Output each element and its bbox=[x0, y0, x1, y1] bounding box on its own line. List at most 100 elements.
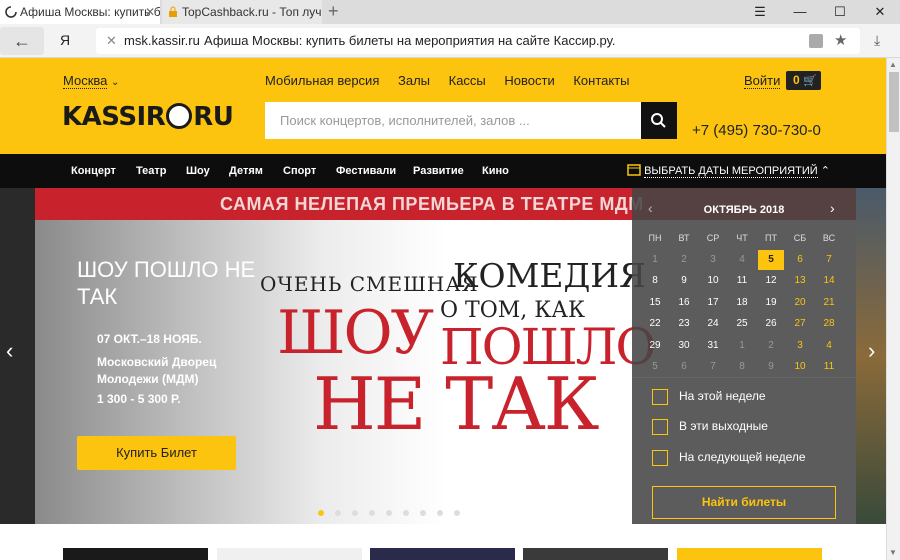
calendar-day[interactable]: 30 bbox=[671, 336, 697, 356]
slide-dot[interactable] bbox=[403, 510, 409, 516]
close-window-button[interactable]: ✕ bbox=[860, 0, 900, 24]
calendar-day[interactable]: 10 bbox=[700, 271, 726, 291]
calendar-day[interactable]: 18 bbox=[729, 293, 755, 313]
calendar-day[interactable]: 2 bbox=[671, 250, 697, 270]
calendar-day[interactable]: 16 bbox=[671, 293, 697, 313]
hero-slide[interactable]: САМАЯ НЕЛЕПАЯ ПРЕМЬЕРА В ТЕАТРЕ МДМ ОЧЕН… bbox=[35, 188, 856, 524]
filter-checkbox[interactable] bbox=[652, 419, 668, 435]
page-scrollbar[interactable]: ▲ ▼ bbox=[886, 58, 900, 560]
calendar-day[interactable]: 12 bbox=[758, 271, 784, 291]
cart-button[interactable]: 0 🛒 bbox=[786, 71, 821, 90]
bookmark-star-icon[interactable]: ★ bbox=[834, 28, 847, 54]
nav-sport[interactable]: Спорт bbox=[283, 165, 316, 177]
tab-kassir[interactable]: Афиша Москвы: купить б ✕ bbox=[0, 0, 160, 24]
site-logo[interactable]: KASSIR RU bbox=[62, 102, 234, 132]
search-button[interactable] bbox=[641, 102, 677, 139]
login-link[interactable]: Войти bbox=[744, 73, 781, 89]
yandex-button[interactable]: Я bbox=[60, 32, 70, 48]
calendar-day[interactable]: 6 bbox=[787, 250, 813, 270]
nav-theatre[interactable]: Театр bbox=[136, 165, 167, 177]
calendar-day[interactable]: 9 bbox=[671, 271, 697, 291]
prev-arrow-icon[interactable]: ‹ bbox=[6, 338, 13, 364]
calendar-day[interactable]: 23 bbox=[671, 314, 697, 334]
back-button[interactable]: ← bbox=[0, 27, 44, 55]
event-card[interactable] bbox=[63, 548, 208, 560]
event-card[interactable] bbox=[217, 548, 362, 560]
calendar-day[interactable]: 14 bbox=[816, 271, 842, 291]
filter-checkbox[interactable] bbox=[652, 450, 668, 466]
download-icon[interactable]: ⤓ bbox=[874, 32, 880, 49]
calendar-day[interactable]: 26 bbox=[758, 314, 784, 334]
menu-button[interactable]: ☰ bbox=[740, 0, 780, 24]
link-boxoffice[interactable]: Кассы bbox=[449, 73, 486, 88]
maximize-button[interactable]: ☐ bbox=[820, 0, 860, 24]
nav-show[interactable]: Шоу bbox=[186, 165, 210, 177]
slide-dot[interactable] bbox=[369, 510, 375, 516]
new-tab-button[interactable]: + bbox=[328, 0, 339, 22]
nav-cinema[interactable]: Кино bbox=[482, 165, 509, 177]
url-field[interactable]: ✕ msk.kassir.ru Афиша Москвы: купить бил… bbox=[96, 28, 860, 54]
slide-dot[interactable] bbox=[437, 510, 443, 516]
event-card[interactable] bbox=[523, 548, 668, 560]
next-month-icon[interactable]: › bbox=[830, 200, 835, 216]
nav-kids[interactable]: Детям bbox=[229, 165, 263, 177]
calendar-day[interactable]: 1 bbox=[729, 336, 755, 356]
calendar-day[interactable]: 3 bbox=[700, 250, 726, 270]
link-mobile[interactable]: Мобильная версия bbox=[265, 73, 379, 88]
search-input[interactable]: Поиск концертов, исполнителей, залов ... bbox=[265, 102, 641, 139]
slide-dot[interactable] bbox=[454, 510, 460, 516]
close-icon[interactable]: ✕ bbox=[145, 0, 155, 24]
calendar-day[interactable]: 4 bbox=[729, 250, 755, 270]
calendar-day[interactable]: 5 bbox=[642, 357, 668, 377]
link-halls[interactable]: Залы bbox=[398, 73, 430, 88]
date-picker-toggle[interactable]: ВЫБРАТЬ ДАТЫ МЕРОПРИЯТИЙ ⌃ bbox=[627, 164, 830, 178]
filter-label[interactable]: На следующей неделе bbox=[679, 450, 806, 464]
slide-dot[interactable] bbox=[420, 510, 426, 516]
calendar-day[interactable]: 7 bbox=[700, 357, 726, 377]
filter-label[interactable]: На этой неделе bbox=[679, 389, 766, 403]
clear-icon[interactable]: ✕ bbox=[106, 28, 117, 54]
calendar-day[interactable]: 3 bbox=[787, 336, 813, 356]
calendar-day[interactable]: 22 bbox=[642, 314, 668, 334]
link-news[interactable]: Новости bbox=[504, 73, 554, 88]
buy-ticket-button[interactable]: Купить Билет bbox=[77, 436, 236, 470]
calendar-day[interactable]: 8 bbox=[729, 357, 755, 377]
calendar-day[interactable]: 20 bbox=[787, 293, 813, 313]
slide-dot[interactable] bbox=[318, 510, 324, 516]
calendar-day[interactable]: 15 bbox=[642, 293, 668, 313]
calendar-day[interactable]: 8 bbox=[642, 271, 668, 291]
calendar-day[interactable]: 7 bbox=[816, 250, 842, 270]
calendar-day[interactable]: 13 bbox=[787, 271, 813, 291]
calendar-day[interactable]: 4 bbox=[816, 336, 842, 356]
event-card[interactable] bbox=[677, 548, 822, 560]
calendar-day[interactable]: 2 bbox=[758, 336, 784, 356]
scroll-up-icon[interactable]: ▲ bbox=[889, 60, 897, 69]
calendar-day[interactable]: 27 bbox=[787, 314, 813, 334]
calendar-day[interactable]: 29 bbox=[642, 336, 668, 356]
link-contacts[interactable]: Контакты bbox=[573, 73, 629, 88]
calendar-day[interactable]: 17 bbox=[700, 293, 726, 313]
calendar-day[interactable]: 6 bbox=[671, 357, 697, 377]
nav-development[interactable]: Развитие bbox=[413, 165, 464, 177]
slide-dot[interactable] bbox=[335, 510, 341, 516]
filter-label[interactable]: В эти выходные bbox=[679, 419, 768, 433]
calendar-day[interactable]: 24 bbox=[700, 314, 726, 334]
reader-icon[interactable] bbox=[809, 34, 823, 48]
city-selector[interactable]: Москва ⌄ bbox=[63, 73, 119, 89]
minimize-button[interactable]: — bbox=[780, 0, 820, 24]
slide-dot[interactable] bbox=[352, 510, 358, 516]
calendar-day[interactable]: 1 bbox=[642, 250, 668, 270]
nav-concert[interactable]: Концерт bbox=[71, 165, 116, 177]
calendar-day[interactable]: 19 bbox=[758, 293, 784, 313]
calendar-day[interactable]: 21 bbox=[816, 293, 842, 313]
tab-topcashback[interactable]: TopCashback.ru - Топ лучш bbox=[162, 0, 322, 24]
event-card[interactable] bbox=[370, 548, 515, 560]
calendar-day[interactable]: 25 bbox=[729, 314, 755, 334]
scroll-thumb[interactable] bbox=[889, 72, 899, 132]
calendar-day[interactable]: 9 bbox=[758, 357, 784, 377]
nav-festivals[interactable]: Фестивали bbox=[336, 165, 396, 177]
calendar-day[interactable]: 31 bbox=[700, 336, 726, 356]
calendar-day[interactable]: 28 bbox=[816, 314, 842, 334]
calendar-day[interactable]: 11 bbox=[729, 271, 755, 291]
phone-number[interactable]: +7 (495) 730-730-0 bbox=[692, 122, 821, 139]
